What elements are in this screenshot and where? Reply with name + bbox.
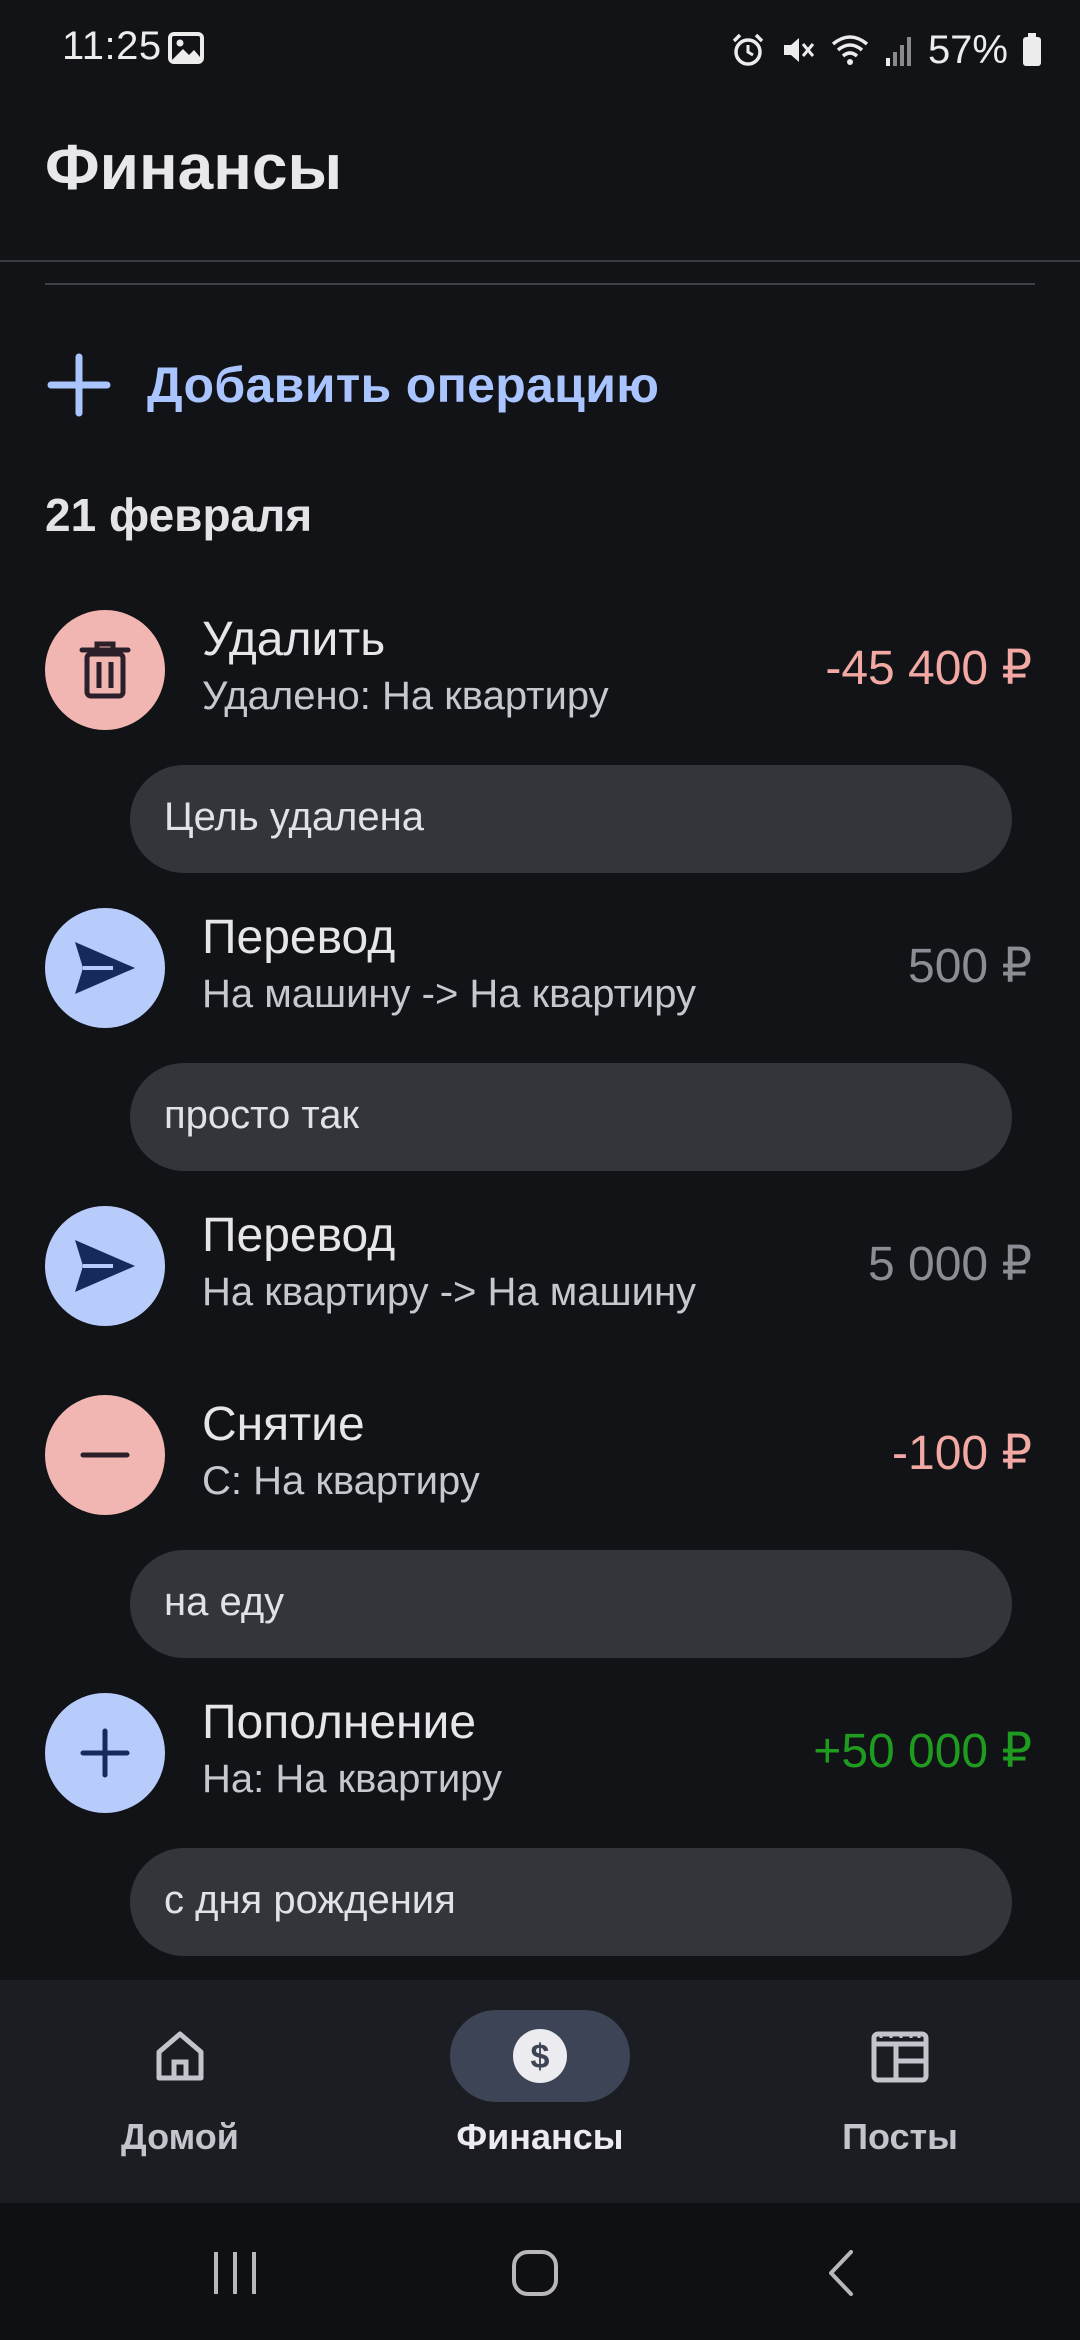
operation-note-text: просто так bbox=[164, 1093, 359, 1137]
add-operation-label: Добавить операцию bbox=[147, 357, 660, 413]
plus-icon bbox=[80, 1728, 130, 1778]
operation-title: Пополнение bbox=[202, 1696, 477, 1749]
operation-icon bbox=[45, 1206, 165, 1326]
nav-item-finance[interactable]: $ Финансы bbox=[360, 1980, 720, 2203]
operation-amount: -100 ₽ bbox=[892, 1427, 1032, 1480]
operation-item[interactable]: Перевод На квартиру -> На машину 5 000 ₽ bbox=[0, 1196, 1080, 1336]
bottom-navigation: Домой $ Финансы Посты bbox=[0, 1980, 1080, 2203]
recent-apps-icon bbox=[214, 2252, 256, 2294]
nav-item-home[interactable]: Домой bbox=[0, 1980, 360, 2203]
operation-icon bbox=[45, 610, 165, 730]
operation-subtitle: Удалено: На квартиру bbox=[202, 674, 609, 718]
plus-icon bbox=[47, 353, 111, 417]
operation-item[interactable]: Перевод На машину -> На квартиру 500 ₽ bbox=[0, 898, 1080, 1038]
nav-label: Посты bbox=[842, 2116, 958, 2157]
minus-icon bbox=[80, 1452, 130, 1458]
status-time: 11:25 bbox=[62, 24, 162, 68]
operation-note: просто так bbox=[130, 1063, 1012, 1171]
operation-amount: -45 400 ₽ bbox=[825, 642, 1032, 695]
newspaper-icon bbox=[871, 2031, 929, 2083]
operation-title: Снятие bbox=[202, 1398, 365, 1451]
operation-note-text: на еду bbox=[164, 1580, 285, 1624]
add-operation-button[interactable]: Добавить операцию bbox=[45, 340, 659, 430]
nav-pill bbox=[810, 2010, 990, 2102]
operation-title: Перевод bbox=[202, 911, 396, 964]
operation-amount: +50 000 ₽ bbox=[813, 1725, 1032, 1778]
operation-icon bbox=[45, 908, 165, 1028]
operation-note-text: с дня рождения bbox=[164, 1878, 456, 1922]
nav-label: Финансы bbox=[456, 2116, 624, 2157]
operation-item[interactable]: Пополнение На: На квартиру +50 000 ₽ bbox=[0, 1683, 1080, 1823]
system-navigation-bar bbox=[0, 2203, 1080, 2340]
operation-icon bbox=[45, 1395, 165, 1515]
status-icons: 57% bbox=[730, 22, 1042, 78]
alarm-icon bbox=[732, 33, 764, 66]
operation-amount: 5 000 ₽ bbox=[868, 1238, 1032, 1291]
header-divider bbox=[0, 260, 1080, 262]
status-bar: 11:25 57% bbox=[0, 0, 1080, 100]
send-icon bbox=[75, 1240, 135, 1292]
list-divider bbox=[45, 283, 1035, 285]
svg-text:$: $ bbox=[531, 2038, 550, 2076]
home-system-button[interactable] bbox=[495, 2233, 575, 2313]
wifi-icon bbox=[831, 35, 869, 65]
page-title: Финансы bbox=[45, 131, 343, 203]
operation-note-text: Цель удалена bbox=[164, 795, 424, 839]
nav-label: Домой bbox=[121, 2116, 239, 2157]
operation-note: Цель удалена bbox=[130, 765, 1012, 873]
nav-pill bbox=[90, 2010, 270, 2102]
home-icon bbox=[156, 2031, 204, 2081]
operation-amount: 500 ₽ bbox=[908, 940, 1032, 993]
battery-percent: 57% bbox=[927, 27, 1008, 72]
operation-note: на еду bbox=[130, 1550, 1012, 1658]
operation-item[interactable]: Удалить Удалено: На квартиру -45 400 ₽ bbox=[0, 600, 1080, 740]
signal-icon bbox=[885, 37, 911, 66]
dollar-icon: $ bbox=[513, 2029, 567, 2083]
trash-icon bbox=[79, 641, 131, 699]
operation-note: с дня рождения bbox=[130, 1848, 1012, 1956]
nav-item-posts[interactable]: Посты bbox=[720, 1980, 1080, 2203]
operation-title: Перевод bbox=[202, 1209, 396, 1262]
operation-subtitle: На машину -> На квартиру bbox=[202, 972, 697, 1016]
operation-title: Удалить bbox=[202, 613, 386, 666]
operation-subtitle: С: На квартиру bbox=[202, 1459, 480, 1503]
send-icon bbox=[75, 942, 135, 994]
home-circle-icon bbox=[512, 2250, 558, 2296]
recent-apps-button[interactable] bbox=[195, 2233, 275, 2313]
mute-icon bbox=[783, 38, 815, 62]
back-chevron-icon bbox=[829, 2250, 853, 2296]
date-group-header: 21 февраля bbox=[45, 489, 313, 541]
gallery-notification-icon bbox=[168, 32, 204, 64]
nav-pill-active: $ bbox=[450, 2010, 630, 2102]
battery-icon bbox=[1023, 33, 1041, 66]
operation-item[interactable]: Снятие С: На квартиру -100 ₽ bbox=[0, 1385, 1080, 1525]
back-button[interactable] bbox=[800, 2233, 880, 2313]
operation-subtitle: На: На квартиру bbox=[202, 1757, 502, 1801]
operation-icon bbox=[45, 1693, 165, 1813]
operation-subtitle: На квартиру -> На машину bbox=[202, 1270, 697, 1314]
